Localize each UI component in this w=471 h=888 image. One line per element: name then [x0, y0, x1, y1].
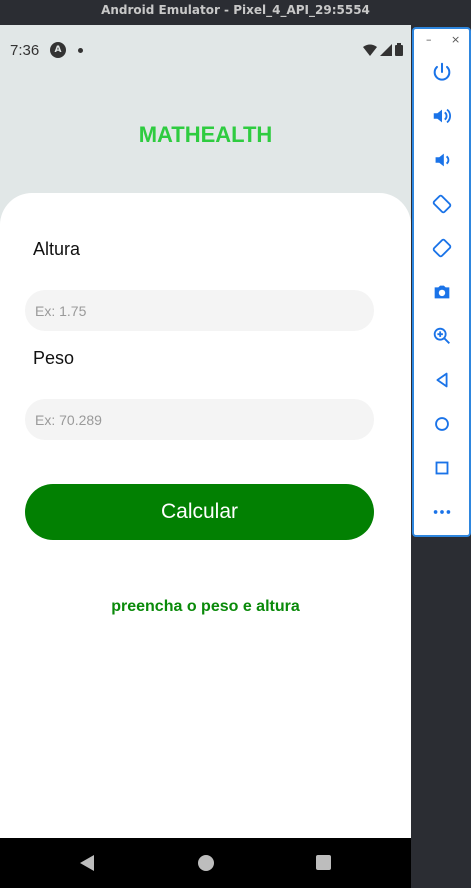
phone-screen: 7:36 A MATHEALTH Altura Peso Calcular pr… [0, 25, 411, 888]
status-time: 7:36 [10, 42, 40, 59]
android-nav-bar [0, 838, 411, 888]
overview-button[interactable] [428, 454, 456, 482]
power-icon [433, 62, 451, 81]
volume-up-icon [433, 108, 451, 124]
nav-home-icon[interactable] [198, 855, 214, 871]
more-icon [433, 510, 451, 514]
altura-input[interactable] [25, 290, 374, 331]
form-card: Altura Peso Calcular preencha o peso e a… [0, 193, 411, 843]
peso-label: Peso [33, 348, 75, 368]
nav-recent-icon[interactable] [316, 855, 331, 870]
volume-up-button[interactable] [428, 102, 456, 130]
emulator-toolbar: – × [412, 27, 471, 537]
app-notification-icon: A [50, 42, 66, 58]
overview-icon [435, 461, 449, 475]
close-icon[interactable]: × [451, 33, 460, 46]
home-icon [435, 417, 449, 431]
app-title: MATHEALTH [138, 122, 273, 147]
back-icon [436, 372, 448, 388]
power-button[interactable] [428, 58, 456, 86]
home-button[interactable] [428, 410, 456, 438]
screenshot-button[interactable] [428, 278, 456, 306]
rotate-left-icon [432, 194, 452, 214]
notification-dot-icon [78, 48, 83, 53]
window-title: Android Emulator - Pixel_4_API_29:5554 [0, 0, 471, 22]
zoom-icon [433, 327, 450, 344]
toolbar-window-controls: – × [414, 33, 469, 49]
status-icons [363, 43, 403, 56]
peso-input[interactable] [25, 399, 374, 440]
more-button[interactable] [428, 498, 456, 526]
volume-down-icon [435, 153, 450, 167]
rotate-left-button[interactable] [428, 190, 456, 218]
wifi-icon [363, 44, 377, 56]
minimize-icon[interactable]: – [426, 33, 432, 46]
nav-back-icon[interactable] [80, 855, 94, 871]
volume-down-button[interactable] [428, 146, 456, 174]
status-bar: 7:36 A [0, 25, 411, 75]
result-message: preencha o peso e altura [111, 598, 300, 615]
zoom-button[interactable] [428, 322, 456, 350]
battery-icon [395, 43, 403, 56]
camera-icon [434, 285, 450, 299]
rotate-right-button[interactable] [428, 234, 456, 262]
altura-label: Altura [33, 239, 81, 259]
back-button[interactable] [428, 366, 456, 394]
signal-icon [380, 43, 392, 56]
rotate-right-icon [432, 238, 452, 258]
calcular-button[interactable]: Calcular [25, 484, 374, 540]
